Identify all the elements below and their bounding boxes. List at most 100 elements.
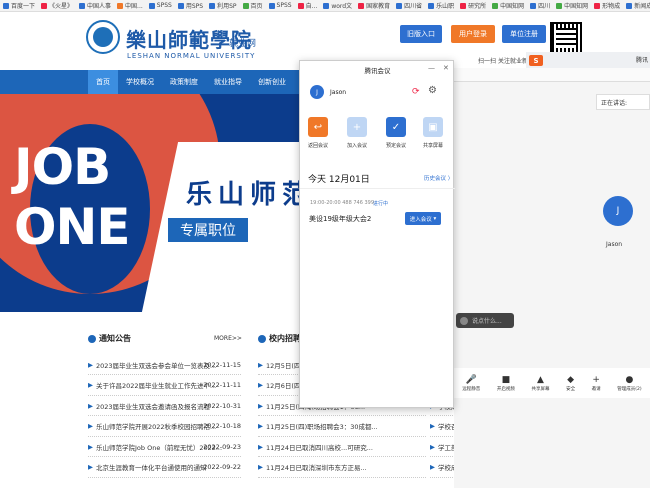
bookmark-item[interactable]: 四川 [527, 0, 553, 11]
meeting-name[interactable]: 美设19级年级大会2 [309, 214, 371, 224]
control-label: 邀请 [591, 386, 601, 392]
notice-row[interactable]: ▶ 乐山师范学院开展2022秋季校园招聘活... 2022-10-18 [88, 417, 241, 437]
hero-title: 乐山师范 [186, 180, 315, 210]
meeting-action-3[interactable]: ▣ 共享屏幕 [421, 117, 445, 149]
row-title: 11月24日已取消四川高校...可研究... [266, 443, 373, 452]
meeting-action-1[interactable]: + 加入会议 [345, 117, 369, 149]
divider [300, 188, 455, 189]
share-icon: ▲ [537, 374, 544, 385]
action-label: 共享屏幕 [422, 143, 443, 149]
refresh-icon[interactable]: ⟳ [412, 87, 420, 97]
unit-register-button[interactable]: 单位注册 [502, 25, 546, 43]
row-date: 2022-09-22 [203, 463, 241, 471]
nav-guidance[interactable]: 就业指导 [206, 70, 250, 94]
control-security[interactable]: ◆ 安全 [566, 375, 575, 392]
bullet-arrow-icon: ▶ [430, 442, 435, 451]
bullet-arrow-icon: ▶ [88, 401, 93, 410]
bookmark-item[interactable]: SPSS [146, 0, 175, 11]
meeting-toolbar [454, 68, 650, 82]
nav-home[interactable]: 首页 [88, 70, 118, 94]
user-avatar[interactable]: J [310, 85, 324, 99]
bookmark-item[interactable]: 乐山职 [425, 0, 457, 11]
bookmark-favicon-icon [626, 2, 633, 9]
bookmark-item[interactable]: 形物成 [591, 0, 623, 11]
bullet-arrow-icon: ▶ [430, 422, 435, 430]
nav-innovation[interactable]: 创新创业 [250, 70, 294, 94]
chat-icon [460, 316, 468, 325]
bookmark-favicon-icon [117, 2, 124, 9]
control-mute[interactable]: 🎤 远程静音 [462, 375, 480, 392]
bookmark-item[interactable]: 用SPS [175, 0, 206, 11]
sogou-icon[interactable]: S [529, 55, 543, 66]
join-meeting-button[interactable]: 进入会议 ▾ [405, 212, 441, 225]
gear-icon[interactable]: ⚙ [428, 85, 437, 96]
control-label: 管理成员(2) [617, 386, 642, 392]
bookmark-item[interactable]: 新闻成绩 [623, 0, 650, 11]
bookmark-item[interactable]: 百度一下 [0, 0, 38, 11]
recruit-row[interactable]: ▶ 11月24日已取消四川高校...可研究... [258, 437, 426, 457]
recruit-row[interactable]: ▶ 11月25日(四)职场招聘会3：30成都... [258, 417, 426, 437]
hero-tag: 专属职位 [168, 218, 248, 242]
notice-row[interactable]: ▶ 乐山师范学院Job One（前程无忧）2022... 2022-09-23 [88, 437, 241, 457]
user-login-button[interactable]: 用户登录 [451, 25, 495, 43]
control-label: 开启视频 [496, 386, 515, 392]
bookmark-item[interactable]: 中国知网 [553, 0, 591, 11]
nav-policy[interactable]: 政策制度 [162, 70, 206, 94]
control-share[interactable]: ▲ 共享屏幕 [531, 375, 549, 392]
old-version-button[interactable]: 旧版入口 [400, 25, 442, 43]
control-invite[interactable]: + 邀请 [592, 375, 601, 392]
notice-row[interactable]: ▶ 2023届毕业生双选会参会单位一览表及... 2022-11-15 [88, 355, 241, 375]
row-title: 北京生涯教育一体化平台通使用的通知 [96, 464, 207, 472]
control-video[interactable]: ■ 开启视频 [497, 375, 515, 392]
recruit-row[interactable]: ▶ 11月24日已取消深圳市东方正易... [258, 458, 426, 478]
logo-english: LESHAN NORMAL UNIVERSITY [127, 52, 256, 60]
meeting-stage [454, 82, 650, 488]
meeting-panel: 腾讯会议 — ✕ J Jason ⟳ ⚙ ↩ 返回会议 + 加入会议 ✓ 预定会议 ▣ 共享屏… [299, 60, 455, 408]
members-icon: ● [625, 374, 634, 385]
notice-row[interactable]: ▶ 关于许昌2022届毕业生就业工作先进个... 2022-11-11 [88, 376, 241, 396]
chat-input[interactable]: 说点什么... [456, 313, 514, 328]
notice-row[interactable]: ▶ 北京生涯教育一体化平台通使用的通知 2022-09-22 [88, 458, 241, 478]
minimize-icon[interactable]: — [428, 64, 435, 72]
bookmark-item[interactable]: 《火星》 [38, 0, 76, 11]
bullet-arrow-icon: ▶ [88, 422, 93, 430]
join-icon: + [347, 117, 367, 137]
bookmark-item[interactable]: 利用SP [206, 0, 239, 11]
bookmark-item[interactable]: 百页 [240, 0, 266, 11]
bookmark-item[interactable]: 中国人事 [76, 0, 114, 11]
app-name: 腾讯 [636, 57, 649, 64]
bookmark-item[interactable]: 四川省 [393, 0, 425, 11]
meeting-action-0[interactable]: ↩ 返回会议 [306, 117, 330, 149]
meeting-control-bar: 🎤 远程静音 ■ 开启视频 ▲ 共享屏幕 ◆ 安全 + 邀请 ● 管理成员(2) [454, 368, 650, 398]
notice-more-link[interactable]: MORE>> [214, 335, 242, 342]
bullet-arrow-icon: ▶ [258, 360, 263, 369]
bookmark-favicon-icon [79, 2, 86, 9]
bullet-arrow-icon: ▶ [258, 422, 263, 430]
bullet-arrow-icon: ▶ [258, 401, 263, 410]
bullet-arrow-icon: ▶ [88, 442, 93, 451]
bookmark-item[interactable]: SPSS [266, 0, 295, 11]
bookmark-item[interactable]: word文 [320, 0, 355, 11]
return-icon: ↩ [308, 117, 328, 137]
row-date: 2022-11-15 [203, 360, 241, 369]
bullet-arrow-icon: ▶ [258, 442, 263, 451]
bookmark-item[interactable]: 自... [295, 0, 321, 11]
qr-caption-scan: 扫一扫 [478, 58, 497, 65]
history-link[interactable]: 历史会议 〉 [424, 174, 453, 182]
close-icon[interactable]: ✕ [443, 64, 449, 72]
bookmark-item[interactable]: 国家教育 [355, 0, 393, 11]
bookmark-favicon-icon [41, 2, 48, 9]
meeting-action-2[interactable]: ✓ 预定会议 [384, 117, 408, 149]
nav-about[interactable]: 学校概况 [118, 70, 162, 94]
security-icon: ◆ [567, 374, 575, 385]
bookmark-favicon-icon [268, 2, 275, 9]
bullet-arrow-icon: ▶ [88, 463, 93, 471]
participant-avatar: J [603, 196, 633, 226]
row-date: 2022-10-31 [203, 401, 241, 410]
action-label: 返回会议 [307, 143, 328, 149]
bookmark-item[interactable]: 中国知网 [489, 0, 527, 11]
bookmark-item[interactable]: 中国... [114, 0, 146, 11]
notice-row[interactable]: ▶ 2023届毕业生双选会邀请函及报名流程 2022-10-31 [88, 396, 241, 416]
bookmark-item[interactable]: 研究所 [457, 0, 489, 11]
control-members[interactable]: ● 管理成员(2) [617, 375, 641, 392]
